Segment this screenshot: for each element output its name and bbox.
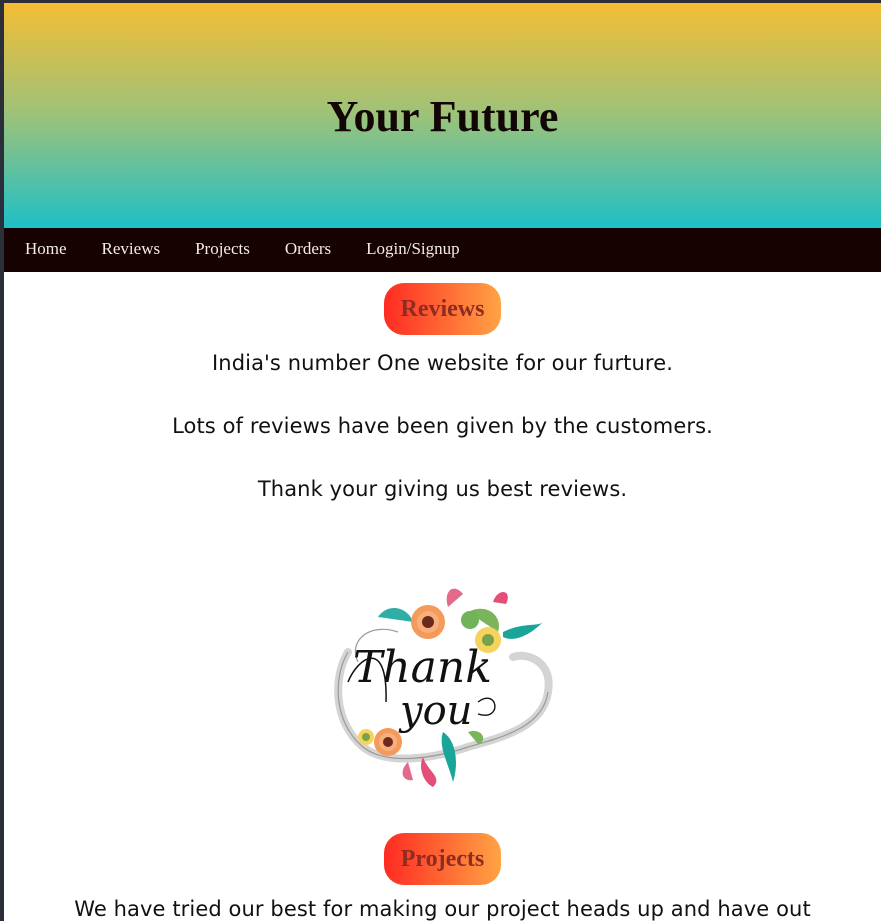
projects-line-1: We have tried our best for making our pr…	[74, 897, 811, 921]
page: Your Future Home Reviews Projects Orders…	[4, 3, 881, 921]
thank-you-image-wrap: Thank you	[4, 582, 881, 797]
nav-home[interactable]: Home	[25, 239, 67, 261]
reviews-section: Reviews India's number One website for o…	[4, 272, 881, 797]
nav-reviews[interactable]: Reviews	[102, 239, 161, 261]
nav-orders[interactable]: Orders	[285, 239, 331, 261]
you-word: you	[398, 688, 472, 734]
thank-you-illustration: Thank you	[333, 588, 553, 787]
site-title: Your Future	[326, 92, 559, 141]
hero-banner: Your Future	[4, 3, 881, 228]
nav-login-signup[interactable]: Login/Signup	[366, 239, 460, 261]
reviews-line-3: Thank your giving us best reviews.	[257, 477, 628, 501]
reviews-heading-button[interactable]: Reviews	[384, 283, 501, 335]
nav-bar: Home Reviews Projects Orders Login/Signu…	[4, 228, 881, 272]
projects-heading-button[interactable]: Projects	[384, 833, 501, 885]
nav-projects[interactable]: Projects	[195, 239, 250, 261]
thank-word: Thank	[353, 642, 492, 693]
reviews-line-2: Lots of reviews have been given by the c…	[172, 414, 713, 438]
reviews-line-1: India's number One website for our furtu…	[212, 351, 673, 375]
projects-section: Projects We have tried our best for maki…	[4, 833, 881, 921]
